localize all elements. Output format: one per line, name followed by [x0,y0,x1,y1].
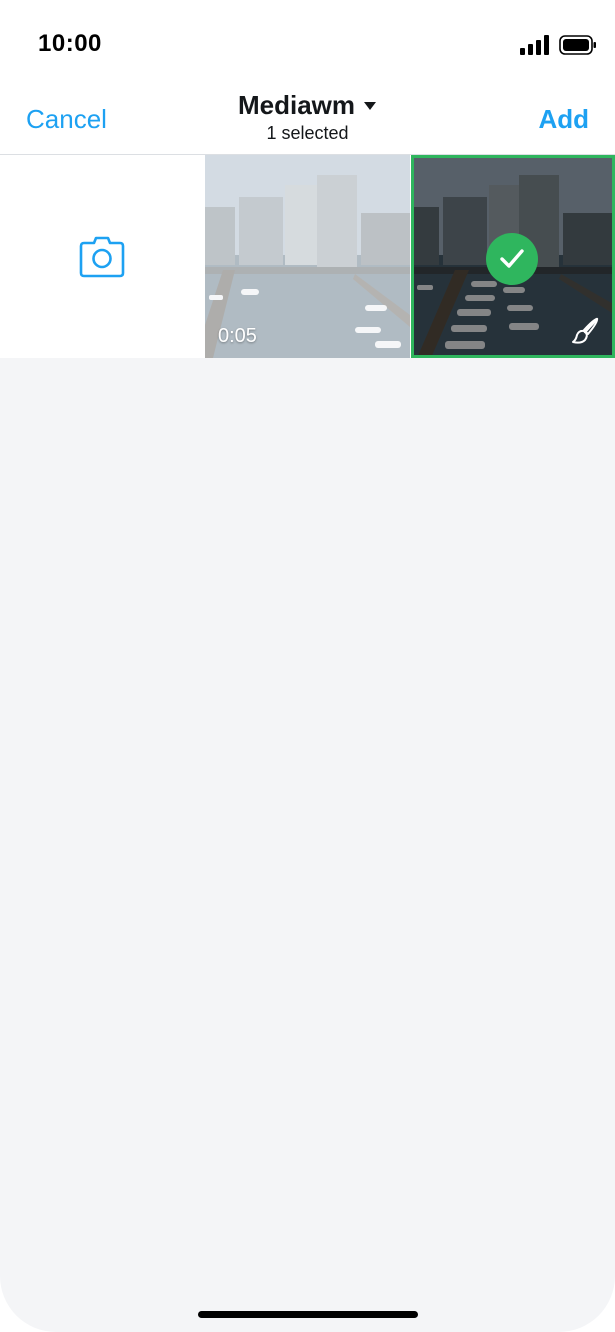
video-thumbnail[interactable]: 0:05 [205,155,410,358]
album-title: Mediawm [237,90,356,120]
home-indicator[interactable] [198,1311,418,1318]
camera-icon [79,236,125,277]
media-grid: 0:05 [0,155,615,358]
video-duration: 0:05 [218,325,257,347]
photo-thumbnail-selected[interactable] [411,155,615,358]
paintbrush-icon[interactable] [571,316,601,346]
status-time: 10:00 [38,30,102,57]
checkmark-badge [486,233,538,285]
media-picker-screen: 10:00 Cancel Mediawm 1 selected Add 0:05 [0,0,615,1332]
camera-tile[interactable] [0,155,204,358]
battery-icon [559,35,596,55]
caret-down-icon [364,101,377,110]
checkmark-icon [500,249,524,268]
album-picker[interactable]: Mediawm [238,90,377,121]
selection-count: 1 selected [266,123,349,143]
add-button[interactable]: Add [538,104,589,135]
nav-title: Mediawm 1 selected [0,90,615,144]
cellular-signal-icon [520,35,549,55]
status-bar: 10:00 [0,0,615,86]
navigation-bar: Cancel Mediawm 1 selected Add [0,86,615,155]
